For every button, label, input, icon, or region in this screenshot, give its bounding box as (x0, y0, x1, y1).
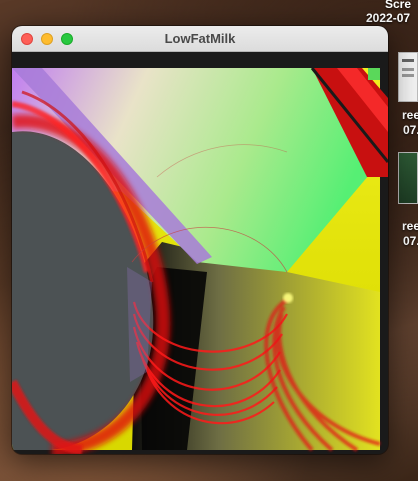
desktop-file-thumbnail[interactable] (398, 52, 418, 102)
desktop-file-label[interactable]: Scre (385, 0, 411, 11)
desktop-file-date: 07. (403, 123, 418, 137)
app-window[interactable]: LowFatMilk (12, 26, 388, 454)
desktop-file-label[interactable]: ree (402, 219, 418, 233)
render-canvas[interactable] (12, 52, 388, 454)
desktop-file-date: 2022-07 (366, 11, 411, 25)
window-title: LowFatMilk (164, 31, 236, 46)
desktop-file-thumbnail[interactable] (398, 152, 418, 204)
desktop-file-label[interactable]: ree (402, 108, 418, 122)
title-bar[interactable]: LowFatMilk (12, 26, 388, 52)
desktop-file-date: 07. (403, 234, 418, 248)
